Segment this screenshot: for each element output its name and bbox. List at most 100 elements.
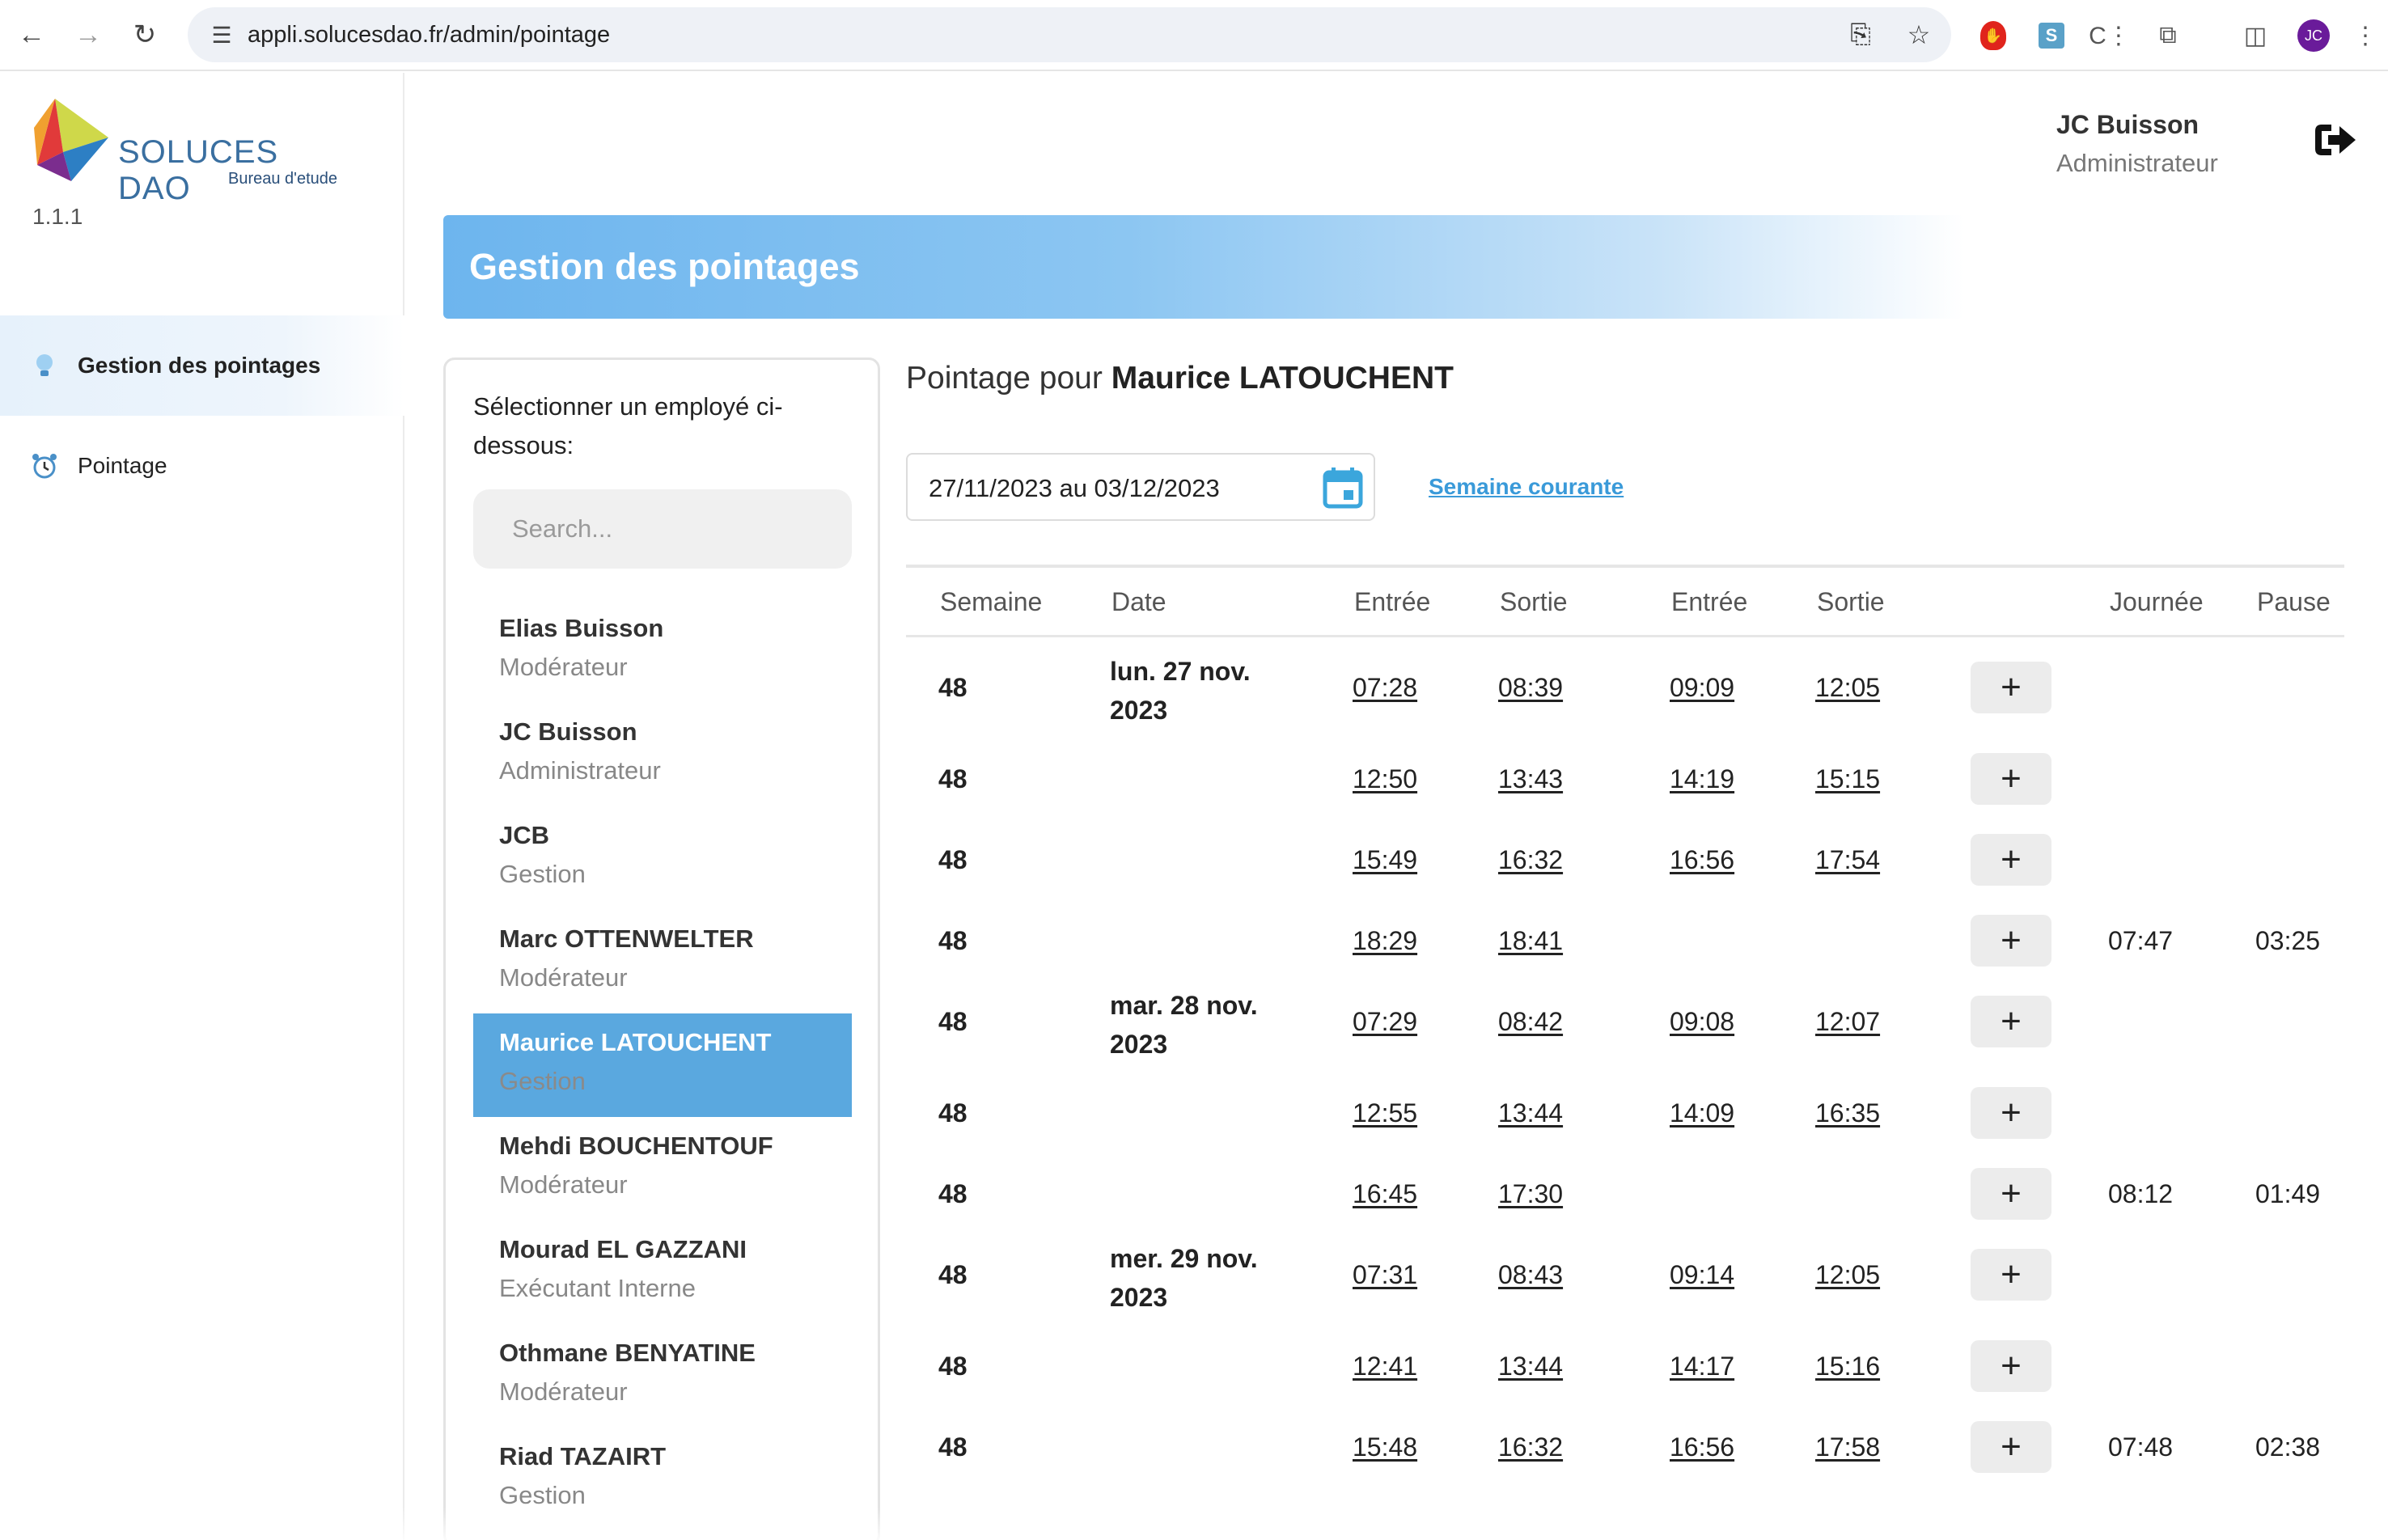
add-pointage-button[interactable]: + (1971, 1249, 2051, 1301)
employee-name: Mehdi BOUCHENTOUF (499, 1132, 773, 1160)
time-exit-2[interactable]: 12:07 (1815, 1007, 1880, 1037)
date-range-value[interactable]: 27/11/2023 au 03/12/2023 (929, 474, 1220, 503)
back-arrow-icon[interactable]: ← (11, 15, 52, 55)
sidebar-item-gestion-pointages[interactable]: Gestion des pointages (0, 315, 404, 416)
sidebar-item-pointage[interactable]: Pointage (0, 416, 404, 516)
time-exit-1[interactable]: 16:32 (1498, 845, 1563, 875)
reload-icon[interactable]: ↻ (125, 15, 165, 55)
date-cell: lun. 27 nov. 2023 (1110, 657, 1251, 725)
column-header-entree: Entrée (1671, 587, 1748, 616)
logout-icon[interactable] (2312, 120, 2357, 160)
time-exit-1[interactable]: 13:44 (1498, 1352, 1563, 1381)
time-exit-2[interactable]: 12:05 (1815, 673, 1880, 703)
logo-subtitle: Bureau d'etude (228, 170, 338, 188)
time-entry-1[interactable]: 07:31 (1353, 1260, 1417, 1290)
calendar-icon[interactable] (1322, 466, 1364, 510)
url-text[interactable]: appli.solucesdao.fr/admin/pointage (248, 22, 610, 49)
time-entry-2[interactable]: 16:56 (1670, 1432, 1734, 1462)
time-entry-1[interactable]: 12:55 (1353, 1098, 1417, 1128)
time-entry-1[interactable]: 15:48 (1353, 1432, 1417, 1462)
employee-item[interactable]: Mourad EL GAZZANI Exécutant Interne (473, 1221, 852, 1324)
time-exit-1[interactable]: 18:41 (1498, 926, 1563, 956)
employee-item[interactable]: Elias Buisson Modérateur (473, 599, 852, 703)
time-entry-1[interactable]: 15:49 (1353, 845, 1417, 875)
employee-select-prompt: Sélectionner un employé ci-dessous: (473, 392, 783, 459)
add-pointage-button[interactable]: + (1971, 1168, 2051, 1220)
time-exit-2[interactable]: 16:35 (1815, 1098, 1880, 1128)
column-header-date: Date (1111, 587, 1166, 616)
side-panel-icon[interactable]: ◫ (2234, 15, 2276, 57)
employee-item[interactable]: Mehdi BOUCHENTOUF Modérateur (473, 1117, 852, 1221)
table-row: 48 mar. 28 nov. 2023 07:29 08:42 09:08 1… (906, 971, 2344, 1063)
table-row: 48 18:29 18:41 + 07:47 03:25 (906, 891, 2344, 971)
add-pointage-button[interactable]: + (1971, 1421, 2051, 1473)
table-row: 48 15:49 16:32 16:56 17:54 + (906, 810, 2344, 891)
column-header-sortie: Sortie (1500, 587, 1568, 616)
company-logo[interactable]: SOLUCES DAO Bureau d'etude (31, 95, 354, 206)
time-exit-2[interactable]: 12:05 (1815, 1260, 1880, 1290)
time-entry-1[interactable]: 12:50 (1353, 764, 1417, 794)
employee-item[interactable]: Marc OTTENWELTER Modérateur (473, 910, 852, 1013)
employee-role: Modérateur (499, 963, 628, 992)
time-exit-1[interactable]: 08:39 (1498, 673, 1563, 703)
employee-role: Administrateur (499, 756, 661, 785)
employee-role: Gestion (499, 1481, 586, 1509)
time-entry-2[interactable]: 14:09 (1670, 1098, 1734, 1128)
employee-item[interactable]: Riad TAZAIRT Gestion (473, 1428, 852, 1531)
week-cell: 48 (938, 1260, 967, 1289)
week-cell: 48 (938, 1007, 967, 1036)
time-entry-1[interactable]: 16:45 (1353, 1179, 1417, 1209)
time-entry-1[interactable]: 18:29 (1353, 926, 1417, 956)
forward-arrow-icon[interactable]: → (68, 15, 108, 55)
extension-adblock-icon[interactable]: ✋ (1972, 15, 2014, 57)
employee-item-selected[interactable]: Maurice LATOUCHENT Gestion (473, 1013, 852, 1117)
site-settings-icon[interactable]: ☰ (204, 17, 239, 53)
employee-name: Othmane BENYATINE (499, 1339, 756, 1367)
time-entry-2[interactable]: 09:14 (1670, 1260, 1734, 1290)
date-range-picker[interactable]: 27/11/2023 au 03/12/2023 (906, 453, 1375, 521)
time-entry-2[interactable]: 16:56 (1670, 845, 1734, 875)
employee-search-input[interactable] (473, 489, 852, 569)
add-pointage-button[interactable]: + (1971, 996, 2051, 1047)
add-pointage-button[interactable]: + (1971, 834, 2051, 886)
time-entry-2[interactable]: 14:19 (1670, 764, 1734, 794)
employee-item[interactable]: JCB Gestion (473, 806, 852, 910)
time-exit-2[interactable]: 15:15 (1815, 764, 1880, 794)
bookmark-star-icon[interactable]: ☆ (1899, 15, 1938, 54)
install-app-icon[interactable]: ⎘ (1841, 15, 1880, 54)
time-exit-1[interactable]: 08:43 (1498, 1260, 1563, 1290)
current-week-link[interactable]: Semaine courante (1429, 474, 1624, 500)
employee-item[interactable]: JC Buisson Administrateur (473, 703, 852, 806)
add-pointage-button[interactable]: + (1971, 662, 2051, 713)
time-entry-2[interactable]: 09:08 (1670, 1007, 1734, 1037)
time-entry-1[interactable]: 07:28 (1353, 673, 1417, 703)
time-exit-1[interactable]: 16:32 (1498, 1432, 1563, 1462)
add-pointage-button[interactable]: + (1971, 915, 2051, 967)
time-entry-2[interactable]: 14:17 (1670, 1352, 1734, 1381)
extensions-puzzle-icon[interactable]: ⧉ (2147, 15, 2189, 57)
time-exit-1[interactable]: 08:42 (1498, 1007, 1563, 1037)
time-exit-2[interactable]: 17:54 (1815, 845, 1880, 875)
extension-code-icon[interactable]: C⋮ (2089, 15, 2131, 57)
page-header-banner: Gestion des pointages (443, 215, 1964, 319)
add-pointage-button[interactable]: + (1971, 1340, 2051, 1392)
add-pointage-button[interactable]: + (1971, 753, 2051, 805)
time-exit-1[interactable]: 13:43 (1498, 764, 1563, 794)
extension-s-icon[interactable]: S (2030, 15, 2073, 57)
profile-avatar[interactable]: JC (2293, 15, 2335, 57)
table-row: 48 lun. 27 nov. 2023 07:28 08:39 09:09 1… (906, 637, 2344, 729)
week-cell: 48 (938, 764, 967, 793)
time-exit-1[interactable]: 17:30 (1498, 1179, 1563, 1209)
address-bar[interactable]: ☰ appli.solucesdao.fr/admin/pointage ⎘ ☆ (188, 7, 1951, 62)
add-pointage-button[interactable]: + (1971, 1087, 2051, 1139)
week-cell: 48 (938, 1432, 967, 1462)
browser-menu-icon[interactable]: ⋮ (2349, 15, 2382, 57)
employee-role: Modérateur (499, 653, 628, 681)
time-entry-2[interactable]: 09:09 (1670, 673, 1734, 703)
time-entry-1[interactable]: 07:29 (1353, 1007, 1417, 1037)
employee-item[interactable]: Othmane BENYATINE Modérateur (473, 1324, 852, 1428)
time-exit-2[interactable]: 17:58 (1815, 1432, 1880, 1462)
time-entry-1[interactable]: 12:41 (1353, 1352, 1417, 1381)
time-exit-2[interactable]: 15:16 (1815, 1352, 1880, 1381)
time-exit-1[interactable]: 13:44 (1498, 1098, 1563, 1128)
